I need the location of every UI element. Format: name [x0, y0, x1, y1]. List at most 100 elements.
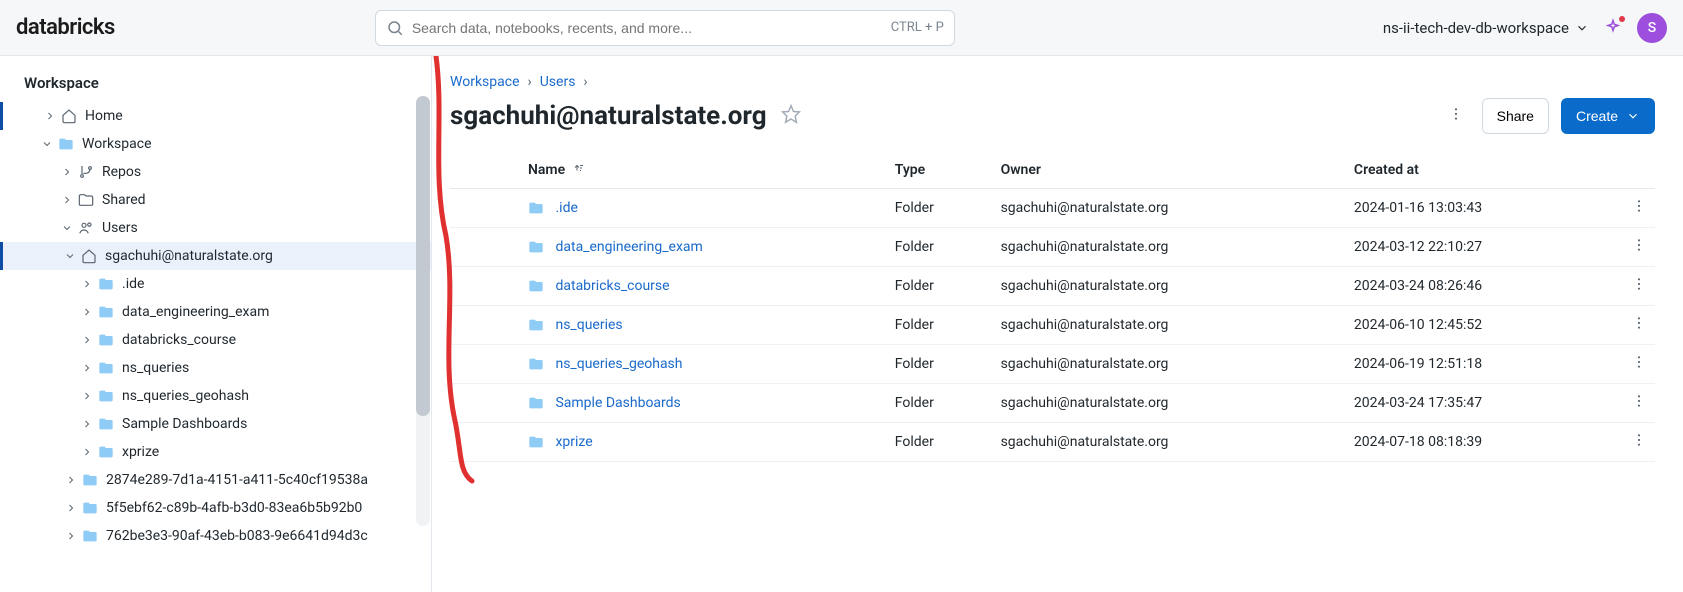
- tree-item[interactable]: 2874e289-7d1a-4151-a411-5c40cf19538a: [0, 466, 431, 494]
- col-created[interactable]: Created at: [1346, 152, 1623, 189]
- col-name[interactable]: Name: [520, 152, 887, 189]
- tree-label: 5f5ebf62-c89b-4afb-b3d0-83ea6b5b92b0: [106, 500, 362, 516]
- row-menu[interactable]: [1623, 267, 1655, 306]
- main: Workspace Home Workspace Repos Shared: [0, 56, 1683, 592]
- page-title: sgachuhi@naturalstate.org: [450, 101, 767, 131]
- tree-home[interactable]: Home: [0, 102, 431, 130]
- tree-item[interactable]: Sample Dashboards: [0, 410, 431, 438]
- workspace-switcher[interactable]: ns-ii-tech-dev-db-workspace: [1383, 19, 1589, 37]
- breadcrumb-workspace[interactable]: Workspace: [450, 74, 520, 90]
- row-menu[interactable]: [1623, 189, 1655, 228]
- chevron-right-icon: [80, 277, 94, 291]
- kebab-icon: [1631, 436, 1647, 452]
- row-owner: sgachuhi@naturalstate.org: [993, 267, 1346, 306]
- table-row[interactable]: .ideFoldersgachuhi@naturalstate.org2024-…: [450, 189, 1655, 228]
- folder-icon: [98, 304, 114, 320]
- folder-shared-icon: [78, 192, 94, 208]
- chevron-right-icon: [44, 110, 56, 122]
- scroll-thumb[interactable]: [416, 96, 430, 416]
- tree-item[interactable]: databricks_course: [0, 326, 431, 354]
- row-menu[interactable]: [1623, 423, 1655, 462]
- topbar: databricks CTRL + P ns-ii-tech-dev-db-wo…: [0, 0, 1683, 56]
- chevron-right-icon: ›: [528, 74, 532, 90]
- row-menu[interactable]: [1623, 228, 1655, 267]
- tree-shared[interactable]: Shared: [0, 186, 431, 214]
- row-name[interactable]: .ide: [520, 189, 887, 228]
- sidebar-scrollbar[interactable]: [416, 96, 430, 526]
- row-menu[interactable]: [1623, 384, 1655, 423]
- assistant-icon[interactable]: [1603, 18, 1623, 38]
- chevron-right-icon: [80, 305, 94, 319]
- table-row[interactable]: data_engineering_examFoldersgachuhi@natu…: [450, 228, 1655, 267]
- tree-item[interactable]: xprize: [0, 438, 431, 466]
- table-row[interactable]: xprizeFoldersgachuhi@naturalstate.org202…: [450, 423, 1655, 462]
- row-name[interactable]: ns_queries: [520, 306, 887, 345]
- folder-icon: [98, 360, 114, 376]
- tree-item[interactable]: 5f5ebf62-c89b-4afb-b3d0-83ea6b5b92b0: [0, 494, 431, 522]
- tree-repos[interactable]: Repos: [0, 158, 431, 186]
- tree-label: Sample Dashboards: [122, 416, 247, 432]
- share-button[interactable]: Share: [1482, 98, 1549, 134]
- row-created: 2024-07-18 08:18:39: [1346, 423, 1623, 462]
- table-row[interactable]: Sample DashboardsFoldersgachuhi@naturals…: [450, 384, 1655, 423]
- more-menu[interactable]: [1442, 100, 1470, 132]
- folder-icon: [82, 472, 98, 488]
- tree-label: Repos: [102, 164, 141, 180]
- row-name[interactable]: Sample Dashboards: [520, 384, 887, 423]
- row-name[interactable]: xprize: [520, 423, 887, 462]
- tree-item[interactable]: ns_queries: [0, 354, 431, 382]
- row-name[interactable]: data_engineering_exam: [520, 228, 887, 267]
- row-created: 2024-03-24 08:26:46: [1346, 267, 1623, 306]
- tree-item[interactable]: .ide: [0, 270, 431, 298]
- kebab-icon: [1448, 106, 1464, 122]
- breadcrumb-users[interactable]: Users: [540, 74, 576, 90]
- folder-icon: [58, 136, 74, 152]
- col-type[interactable]: Type: [887, 152, 993, 189]
- chevron-down-icon: [1626, 109, 1640, 123]
- tree-label: xprize: [122, 444, 159, 460]
- row-menu[interactable]: [1623, 345, 1655, 384]
- tree-item[interactable]: data_engineering_exam: [0, 298, 431, 326]
- tree-label: Shared: [102, 192, 146, 208]
- search-icon: [386, 19, 404, 37]
- table-row[interactable]: ns_queriesFoldersgachuhi@naturalstate.or…: [450, 306, 1655, 345]
- chevron-right-icon: [64, 473, 78, 487]
- row-name[interactable]: databricks_course: [520, 267, 887, 306]
- tree-label: sgachuhi@naturalstate.org: [105, 248, 273, 264]
- col-owner[interactable]: Owner: [993, 152, 1346, 189]
- table-row[interactable]: ns_queries_geohashFoldersgachuhi@natural…: [450, 345, 1655, 384]
- chevron-right-icon: [61, 194, 73, 206]
- topbar-right: ns-ii-tech-dev-db-workspace S: [1383, 13, 1667, 43]
- row-type: Folder: [887, 423, 993, 462]
- avatar[interactable]: S: [1637, 13, 1667, 43]
- kebab-icon: [1631, 319, 1647, 335]
- row-type: Folder: [887, 228, 993, 267]
- search-input[interactable]: [412, 20, 891, 36]
- folder-icon: [98, 332, 114, 348]
- tree-item[interactable]: ns_queries_geohash: [0, 382, 431, 410]
- folder-icon: [98, 388, 114, 404]
- row-created: 2024-03-24 17:35:47: [1346, 384, 1623, 423]
- row-name[interactable]: ns_queries_geohash: [520, 345, 887, 384]
- row-owner: sgachuhi@naturalstate.org: [993, 228, 1346, 267]
- tree-current-user[interactable]: sgachuhi@naturalstate.org: [0, 242, 431, 270]
- create-button[interactable]: Create: [1561, 98, 1655, 134]
- global-search[interactable]: CTRL + P: [375, 10, 955, 46]
- table-row[interactable]: databricks_courseFoldersgachuhi@naturals…: [450, 267, 1655, 306]
- star-icon[interactable]: [781, 104, 801, 128]
- tree-label: 762be3e3-90af-43eb-b083-9e6641d94d3c: [106, 528, 368, 544]
- row-created: 2024-06-19 12:51:18: [1346, 345, 1623, 384]
- row-type: Folder: [887, 345, 993, 384]
- folder-icon: [98, 276, 114, 292]
- users-icon: [78, 220, 94, 236]
- tree-item[interactable]: 762be3e3-90af-43eb-b083-9e6641d94d3c: [0, 522, 431, 550]
- row-created: 2024-06-10 12:45:52: [1346, 306, 1623, 345]
- row-menu[interactable]: [1623, 306, 1655, 345]
- tree-users[interactable]: Users: [0, 214, 431, 242]
- logo: databricks: [16, 15, 115, 40]
- chevron-down-icon: [64, 250, 76, 262]
- row-type: Folder: [887, 306, 993, 345]
- tree-workspace[interactable]: Workspace: [0, 130, 431, 158]
- tree-label: 2874e289-7d1a-4151-a411-5c40cf19538a: [106, 472, 368, 488]
- create-label: Create: [1576, 108, 1618, 124]
